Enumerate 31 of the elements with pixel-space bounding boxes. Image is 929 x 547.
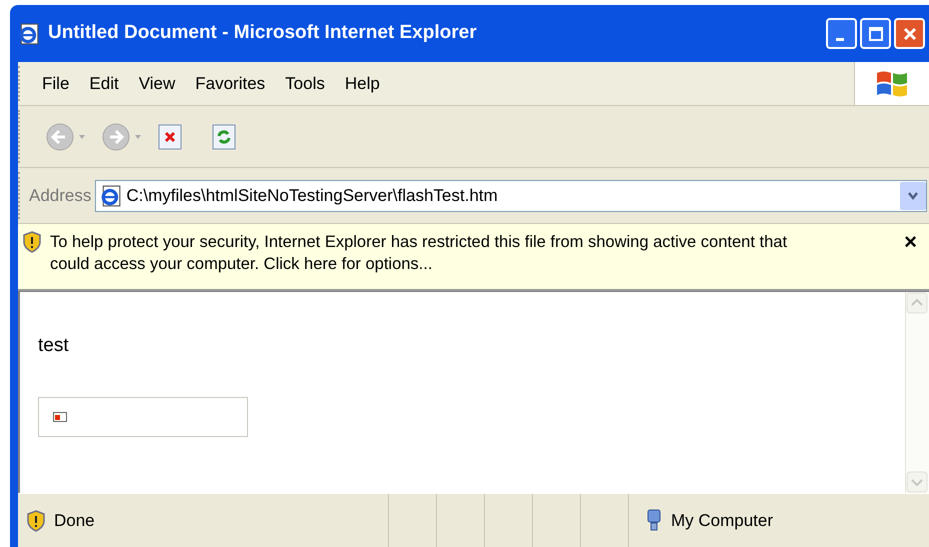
address-label: Address [29,184,92,207]
window-title: Untitled Document - Microsoft Internet Explorer [48,21,478,46]
address-field[interactable]: C:\myfiles\htmlSiteNoTestingServer\flashTest.htm [95,180,927,212]
maximize-button[interactable] [860,18,891,49]
warning-shield-icon [22,231,42,253]
dropdown-button[interactable] [900,182,926,210]
menu-item[interactable]: Favorites [186,70,274,96]
refresh-button[interactable] [211,122,237,150]
menu-item[interactable]: Tools [276,70,334,96]
computer-icon [645,508,663,532]
close-button[interactable] [894,18,925,49]
menu-item[interactable]: View [130,70,184,96]
minimize-icon [836,38,844,41]
browser-icon [18,22,40,44]
status-text: Done [54,510,95,532]
minimize-button[interactable] [826,18,857,49]
menu-item[interactable]: File [33,70,78,96]
page-text: test [38,334,69,358]
info-bar-message: To help protect your security, Internet Explorer has restricted this file from showing active content that could access your computer. Click here for options... [50,232,788,275]
menu-item[interactable]: Help [336,70,389,96]
info-bar[interactable]: To help protect your security, Internet Explorer has restricted this file from showing active content that could access your computer. Click here for options... × [18,224,929,291]
zone-text: My Computer [671,510,774,532]
plugin-icon [53,412,67,422]
stop-button[interactable] [157,122,183,150]
close-icon [902,26,918,42]
info-bar-close-button[interactable]: × [904,231,917,253]
page-icon [100,184,122,206]
chevron-down-icon [907,190,919,200]
menu-item[interactable]: Edit [80,70,128,96]
status-shield-icon [26,510,46,532]
maximize-icon [868,26,884,42]
